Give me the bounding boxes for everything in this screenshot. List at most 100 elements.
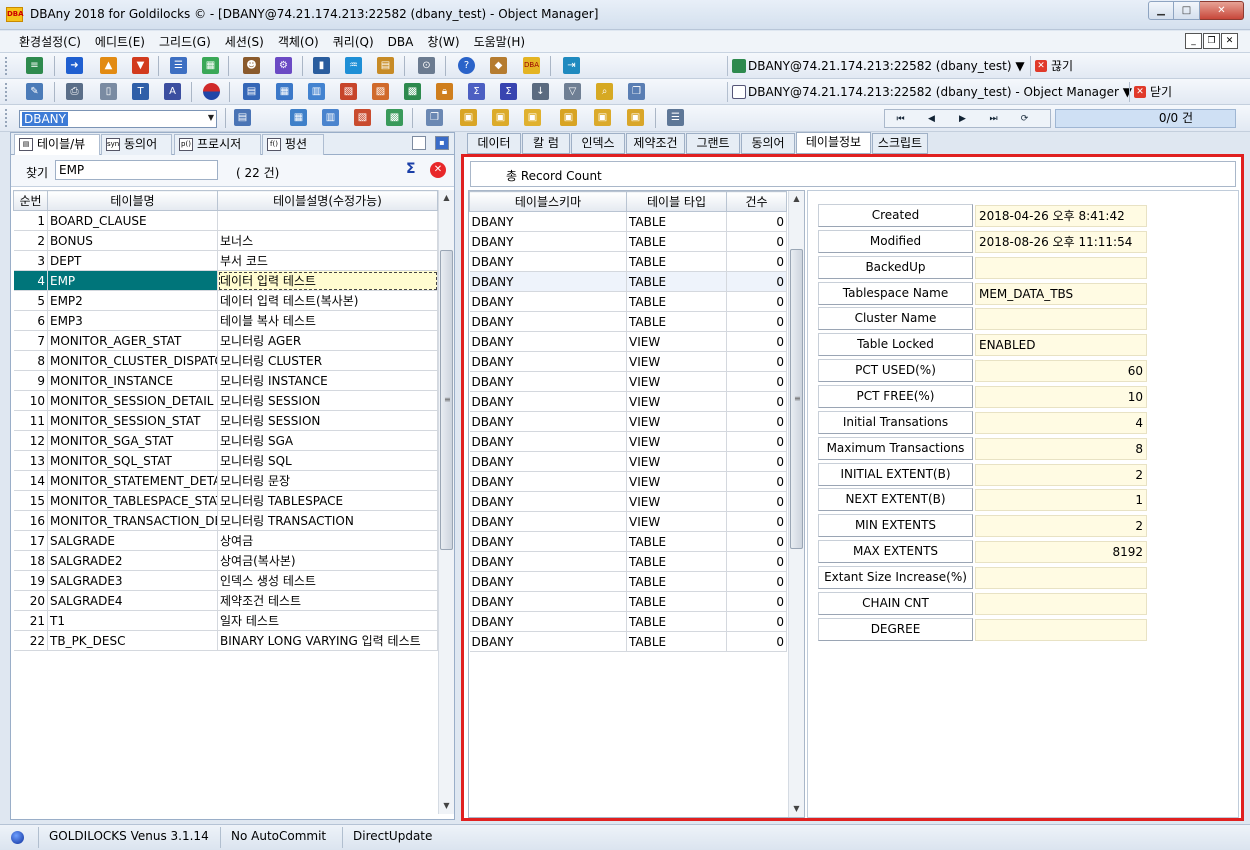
table-row[interactable]: 19 SALGRADE3 인덱스 생성 테스트 xyxy=(13,570,438,591)
schema-row[interactable]: DBANY TABLE 0 xyxy=(469,311,787,332)
schema-row[interactable]: DBANY TABLE 0 xyxy=(469,211,787,232)
property-value[interactable]: ENABLED xyxy=(975,334,1147,357)
row-table-desc[interactable]: 모니터링 TABLESPACE xyxy=(217,490,438,511)
row-table-desc[interactable]: 테이블 복사 테스트 xyxy=(217,310,438,331)
row-table-desc[interactable]: 모니터링 TRANSACTION xyxy=(217,510,438,531)
property-value[interactable]: 2 xyxy=(975,463,1147,486)
user-settings-icon[interactable]: ⚙ xyxy=(275,57,292,74)
tab-constraints[interactable]: 제약조건 xyxy=(626,133,685,154)
col-header-type[interactable]: 테이블 타입 xyxy=(626,191,727,212)
menu-object[interactable]: 객체(O) xyxy=(272,31,325,53)
table-list-scrollbar[interactable]: ▲ ≡ ▼ xyxy=(438,190,454,814)
table-row[interactable]: 16MONITOR_TRANSACTION_DETAIL모니터링 TRANSAC… xyxy=(13,510,438,531)
table-row[interactable]: 4 EMP 데이터 입력 테스트 xyxy=(13,270,438,291)
filter-icon[interactable]: ▽ xyxy=(564,83,581,100)
tab-procedures[interactable]: p() 프로시저 xyxy=(174,134,261,155)
schema-row[interactable]: DBANY TABLE 0 xyxy=(469,251,787,272)
schema-row[interactable]: DBANY VIEW 0 xyxy=(469,331,787,352)
object-drop-icon[interactable]: ▧ xyxy=(354,109,371,126)
schema-row[interactable]: DBANY TABLE 0 xyxy=(469,611,787,632)
menu-settings[interactable]: 환경설정(C) xyxy=(13,31,87,53)
row-table-desc[interactable]: 부서 코드 xyxy=(217,250,438,271)
col-header-schema[interactable]: 테이블스키마 xyxy=(469,191,627,212)
menu-dba[interactable]: DBA xyxy=(382,31,420,53)
copy-icon[interactable]: ❐ xyxy=(426,109,443,126)
row-table-desc[interactable]: 모니터링 CLUSTER xyxy=(217,350,438,371)
option-checkbox[interactable] xyxy=(412,136,426,150)
close-tab-button[interactable]: ✕ 닫기 xyxy=(1129,82,1189,102)
col-header-table-name[interactable]: 테이블명 xyxy=(47,190,218,211)
sum-icon[interactable]: Σ xyxy=(468,83,485,100)
minimize-button[interactable]: ▁ xyxy=(1148,1,1174,20)
schema-select[interactable]: DBANY ▼ xyxy=(19,110,217,128)
tab-data[interactable]: 데이터 xyxy=(467,133,521,154)
schema-summary-scrollbar[interactable]: ▲ ≡ ▼ xyxy=(788,191,804,817)
col-header-count[interactable]: 건수 xyxy=(726,191,787,212)
window-selector[interactable]: DBANY@74.21.174.213:22582 (dbany_test) -… xyxy=(727,82,1132,102)
row-table-desc[interactable]: 모니터링 SGA xyxy=(217,430,438,451)
row-table-desc[interactable]: 모니터링 문장 xyxy=(217,470,438,491)
last-record-button[interactable]: ⏭ xyxy=(978,111,1009,128)
table-delete-icon[interactable]: ▧ xyxy=(340,83,357,100)
table-edit-icon[interactable]: ▥ xyxy=(308,83,325,100)
tab-functions[interactable]: f() 펑션 xyxy=(262,134,324,155)
row-table-desc[interactable]: 상여금(복사본) xyxy=(217,550,438,571)
menu-query[interactable]: 쿼리(Q) xyxy=(327,31,380,53)
object-refresh-icon[interactable]: ▩ xyxy=(386,109,403,126)
property-value[interactable] xyxy=(975,256,1147,279)
exit-icon[interactable]: ⇥ xyxy=(563,57,580,74)
monitor-chart-icon[interactable]: ♒ xyxy=(345,57,362,74)
object-alter-icon[interactable]: ▥ xyxy=(322,109,339,126)
table-row[interactable]: 5 EMP2 데이터 입력 테스트(복사본) xyxy=(13,290,438,311)
dba-icon[interactable]: DBA xyxy=(523,57,540,74)
menu-edit[interactable]: 에디트(E) xyxy=(89,31,151,53)
table-row[interactable]: 8 MONITOR_CLUSTER_DISPATCH 모니터링 CLUSTER xyxy=(13,350,438,371)
table-row[interactable]: 11 MONITOR_SESSION_STAT 모니터링 SESSION xyxy=(13,410,438,431)
property-value[interactable]: MEM_DATA_TBS xyxy=(975,282,1147,305)
tab-synonyms[interactable]: syn 동의어 xyxy=(101,134,172,155)
row-table-desc[interactable]: 모니터링 SESSION xyxy=(217,390,438,411)
font-ta-icon[interactable]: T xyxy=(132,83,149,100)
table-row[interactable]: 14 MONITOR_STATEMENT_DETAIL 모니터링 문장 xyxy=(13,470,438,491)
table-export-icon[interactable]: ▨ xyxy=(372,83,389,100)
row-table-desc[interactable]: 모니터링 INSTANCE xyxy=(217,370,438,391)
folder-import-icon[interactable]: ▣ xyxy=(560,109,577,126)
tab-grants[interactable]: 그랜트 xyxy=(686,133,740,154)
tools-icon[interactable]: ✎ xyxy=(26,83,43,100)
table-row[interactable]: 12 MONITOR_SGA_STAT 모니터링 SGA xyxy=(13,430,438,451)
help-icon[interactable]: ? xyxy=(458,57,475,74)
scroll-down-icon[interactable]: ▼ xyxy=(789,801,804,817)
property-value[interactable]: 2018-04-26 오후 8:41:42 xyxy=(975,205,1147,227)
property-value[interactable] xyxy=(975,592,1147,615)
schema-row[interactable]: DBANY TABLE 0 xyxy=(469,291,787,312)
schema-row[interactable]: DBANY TABLE 0 xyxy=(469,271,787,292)
property-value[interactable]: 10 xyxy=(975,385,1147,408)
property-value[interactable] xyxy=(975,308,1147,331)
property-value[interactable]: 8192 xyxy=(975,541,1147,564)
table-row[interactable]: 1 BOARD_CLAUSE xyxy=(13,210,438,231)
row-table-desc[interactable] xyxy=(217,210,438,231)
schema-row[interactable]: DBANY VIEW 0 xyxy=(469,471,787,492)
property-value[interactable]: 60 xyxy=(975,360,1147,383)
table-row[interactable]: 7 MONITOR_AGER_STAT 모니터링 AGER xyxy=(13,330,438,351)
row-table-desc[interactable]: 모니터링 AGER xyxy=(217,330,438,351)
mdi-close-button[interactable]: ✕ xyxy=(1221,33,1238,49)
sum-all-icon[interactable]: Σ xyxy=(500,83,517,100)
mdi-minimize-button[interactable]: _ xyxy=(1185,33,1202,49)
scroll-thumb[interactable]: ≡ xyxy=(790,249,803,549)
property-value[interactable]: 2018-08-26 오후 11:11:54 xyxy=(975,230,1147,253)
menu-session[interactable]: 세션(S) xyxy=(219,31,270,53)
upload-icon[interactable]: ▲ xyxy=(100,57,117,74)
object-create-icon[interactable]: ▦ xyxy=(290,109,307,126)
table-row[interactable]: 3 DEPT 부서 코드 xyxy=(13,250,438,271)
property-value[interactable]: 8 xyxy=(975,437,1147,460)
schema-row[interactable]: DBANY TABLE 0 xyxy=(469,551,787,572)
col-header-seq[interactable]: 순번 xyxy=(13,190,48,211)
folder-export-icon[interactable]: ▣ xyxy=(524,109,541,126)
table-row[interactable]: 10 MONITOR_SESSION_DETAIL 모니터링 SESSION xyxy=(13,390,438,411)
schema-row[interactable]: DBANY VIEW 0 xyxy=(469,431,787,452)
download-icon[interactable]: ▼ xyxy=(132,57,149,74)
row-table-desc[interactable]: 상여금 xyxy=(217,530,438,551)
row-table-desc[interactable]: BINARY LONG VARYING 입력 테스트 xyxy=(217,630,438,651)
tab-synonyms-detail[interactable]: 동의어 xyxy=(741,133,795,154)
